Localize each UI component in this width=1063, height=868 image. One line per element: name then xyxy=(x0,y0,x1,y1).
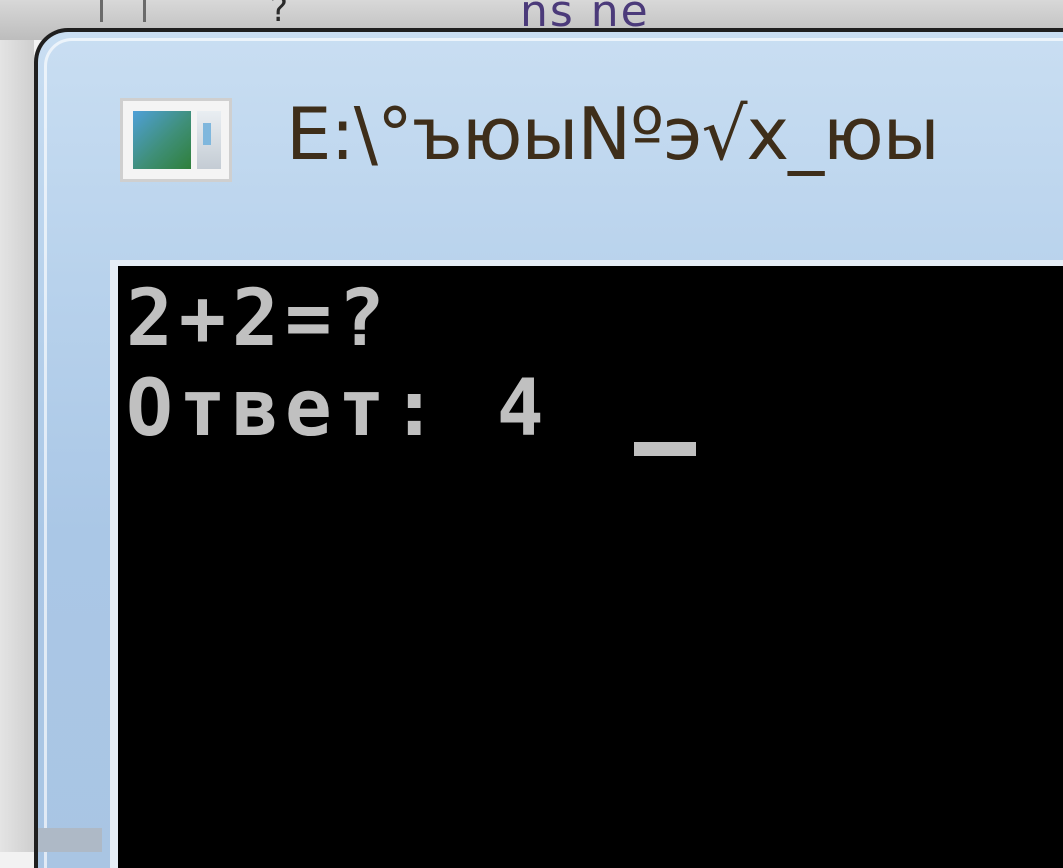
console-line-question: 2+2=? xyxy=(126,274,391,364)
window-title: E:\°ъюыNºэ√х_юы xyxy=(286,92,940,176)
icon-side-bar xyxy=(203,123,211,145)
console-window[interactable]: E:\°ъюыNºэ√х_юы 2+2=? Ответ: 4 xyxy=(34,28,1063,868)
console-line-answer: Ответ: 4 xyxy=(126,364,550,454)
console-output-area[interactable]: 2+2=? Ответ: 4 xyxy=(110,260,1063,868)
window-bottom-edge xyxy=(38,828,102,852)
background-window-divider xyxy=(100,0,146,22)
icon-pane xyxy=(133,111,191,169)
desktop-left-edge xyxy=(0,40,34,852)
console-window-icon[interactable] xyxy=(120,98,232,182)
background-window-mark: ? xyxy=(270,0,289,30)
window-titlebar[interactable]: E:\°ъюыNºэ√х_юы xyxy=(38,32,1063,262)
text-cursor xyxy=(634,442,696,456)
